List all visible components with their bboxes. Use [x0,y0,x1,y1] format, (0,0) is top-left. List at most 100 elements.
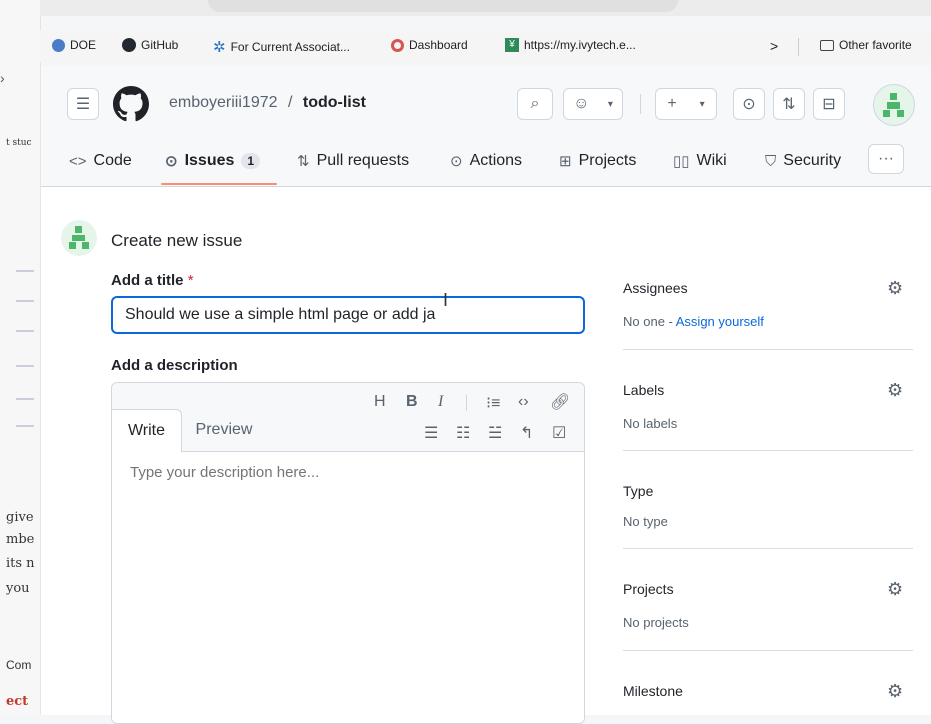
issue-opened-icon: ⊙ [742,96,756,113]
background-text: Com [6,658,32,672]
bold-button[interactable]: B [406,393,418,411]
ivytech-icon: ¥ [505,38,519,52]
pencil-square-icon: ☑ [552,425,567,442]
labels-gear-icon[interactable]: ⚙ [887,380,903,401]
background-line [16,425,34,427]
menu-button[interactable]: ☰ [67,88,99,120]
bookmarks-bar: DOE GitHub ✲ For Current Associat... Das… [40,30,931,62]
bookmark-doe[interactable]: DOE [52,38,96,52]
description-label: Add a description [111,357,238,374]
bookmark-ivytech[interactable]: ¥ https://my.ivytech.e... [505,38,636,52]
projects-value: No projects [623,615,689,630]
breadcrumb-separator: / [287,94,293,111]
chevron-right-icon[interactable]: › [0,70,5,86]
labels-value: No labels [623,416,678,431]
reply-button[interactable]: ↰ [520,423,533,443]
issue-title-input[interactable] [111,296,585,334]
tab-actions[interactable]: ⊙ Actions [450,150,522,172]
bookmark-label: GitHub [141,38,179,52]
tab-label: Wiki [696,152,727,169]
tab-security[interactable]: ⛉ Security [765,150,841,172]
tab-wiki[interactable]: ▯▯ Wiki [673,150,727,172]
doe-icon [52,38,65,52]
link-button[interactable]: 🔗︎ [550,392,570,412]
repo-name-link[interactable]: todo-list [303,94,366,111]
tab-label: Security [783,152,842,169]
background-text: give [6,510,34,525]
tab-code[interactable]: <> Code [69,150,132,172]
bookmarks-overflow-button[interactable]: > [770,38,778,54]
bookmark-github[interactable]: GitHub [122,38,178,52]
repo-owner-link[interactable]: emboyeriii1972 [169,94,278,111]
italic-button[interactable]: I [438,393,443,411]
copilot-icon: ☺ [573,95,590,112]
bookmark-label: https://my.ivytech.e... [524,38,636,52]
heading-button[interactable]: H [374,393,386,411]
background-line [16,270,34,272]
assignees-heading: Assignees [623,280,688,296]
assignees-gear-icon[interactable]: ⚙ [887,278,903,299]
description-textarea[interactable] [112,452,584,722]
preview-tab[interactable]: Preview [182,409,266,451]
labels-heading: Labels [623,382,665,398]
write-tab[interactable]: Write [112,409,182,452]
folder-icon [820,39,834,51]
inbox-button[interactable]: ⊟ [813,88,845,120]
background-text: its n [6,556,35,571]
code-button[interactable]: ‹› [518,393,529,411]
star-icon: ✲ [213,39,226,56]
bookmark-label: Other favorite [839,38,912,52]
issues-button[interactable]: ⊙ [733,88,765,120]
assign-yourself-link[interactable]: Assign yourself [676,314,764,329]
tab-issues[interactable]: ⊙ Issues 1 [165,150,261,172]
tab-label: Pull requests [316,152,410,169]
github-page: ☰ emboyeriii1972 / todo-list ⌕ ☺ ▾ + ▾ ⊙ ⇅… [40,66,931,724]
task-list-button[interactable]: ☱ [488,423,502,443]
title-label-text: Add a title [111,272,184,289]
fullscreen-button[interactable]: ☑ [552,423,566,443]
sidebar-divider [623,650,913,651]
bookmark-dashboard[interactable]: Dashboard [391,38,468,52]
sidebar-divider [623,349,913,350]
bookmark-other-favorites[interactable]: Other favorite [820,38,912,52]
milestone-gear-icon[interactable]: ⚙ [887,681,903,702]
background-text: t stuc [6,138,32,148]
tab-pull-requests[interactable]: ⇅ Pull requests [297,150,409,172]
editor-header: H B I ⁝≡ ‹› 🔗︎ ☰ ☷ ☱ ↰ ☑ Write Preview [112,383,584,452]
bookmark-for-current-associates[interactable]: ✲ For Current Associat... [213,38,350,56]
create-new-button[interactable]: + ▾ [655,88,717,120]
pull-requests-button[interactable]: ⇅ [773,88,805,120]
code-icon: ‹› [518,393,529,410]
address-bar[interactable] [40,0,931,16]
tab-label: Actions [469,152,523,169]
avatar-pixel [82,242,89,249]
avatar-pixel [75,226,82,233]
user-avatar[interactable] [873,84,915,126]
search-button[interactable]: ⌕ [517,88,553,120]
kebab-horizontal-icon: ··· [878,150,894,167]
milestone-heading: Milestone [623,683,683,699]
more-tabs-button[interactable]: ··· [868,144,904,174]
background-line [16,300,34,302]
bookmark-label: Dashboard [409,38,468,52]
selected-tab-underline [161,183,277,185]
repo-breadcrumb: emboyeriii1972 / todo-list [169,94,366,112]
title-label: Add a title * [111,272,194,289]
background-window: t stuc give mbe its n you Com ect › [0,0,41,715]
bookmark-label: For Current Associat... [230,40,350,54]
author-avatar [61,220,97,256]
header-divider [640,94,641,114]
quote-icon: ⁝≡ [486,395,501,412]
copilot-button[interactable]: ☺ ▾ [563,88,623,120]
avatar-pixel [890,93,897,100]
projects-gear-icon[interactable]: ⚙ [887,579,903,600]
chevron-right-icon: > [770,38,779,54]
quote-button[interactable]: ⁝≡ [486,393,500,413]
github-logo-icon[interactable] [113,86,149,127]
list-unordered-icon: ☰ [424,425,439,442]
git-pull-request-icon: ⇅ [297,153,310,170]
ordered-list-button[interactable]: ☷ [456,423,470,443]
unordered-list-button[interactable]: ☰ [424,423,438,443]
tab-projects[interactable]: ⊞ Projects [559,150,636,172]
shield-icon: ⛉ [765,152,777,170]
